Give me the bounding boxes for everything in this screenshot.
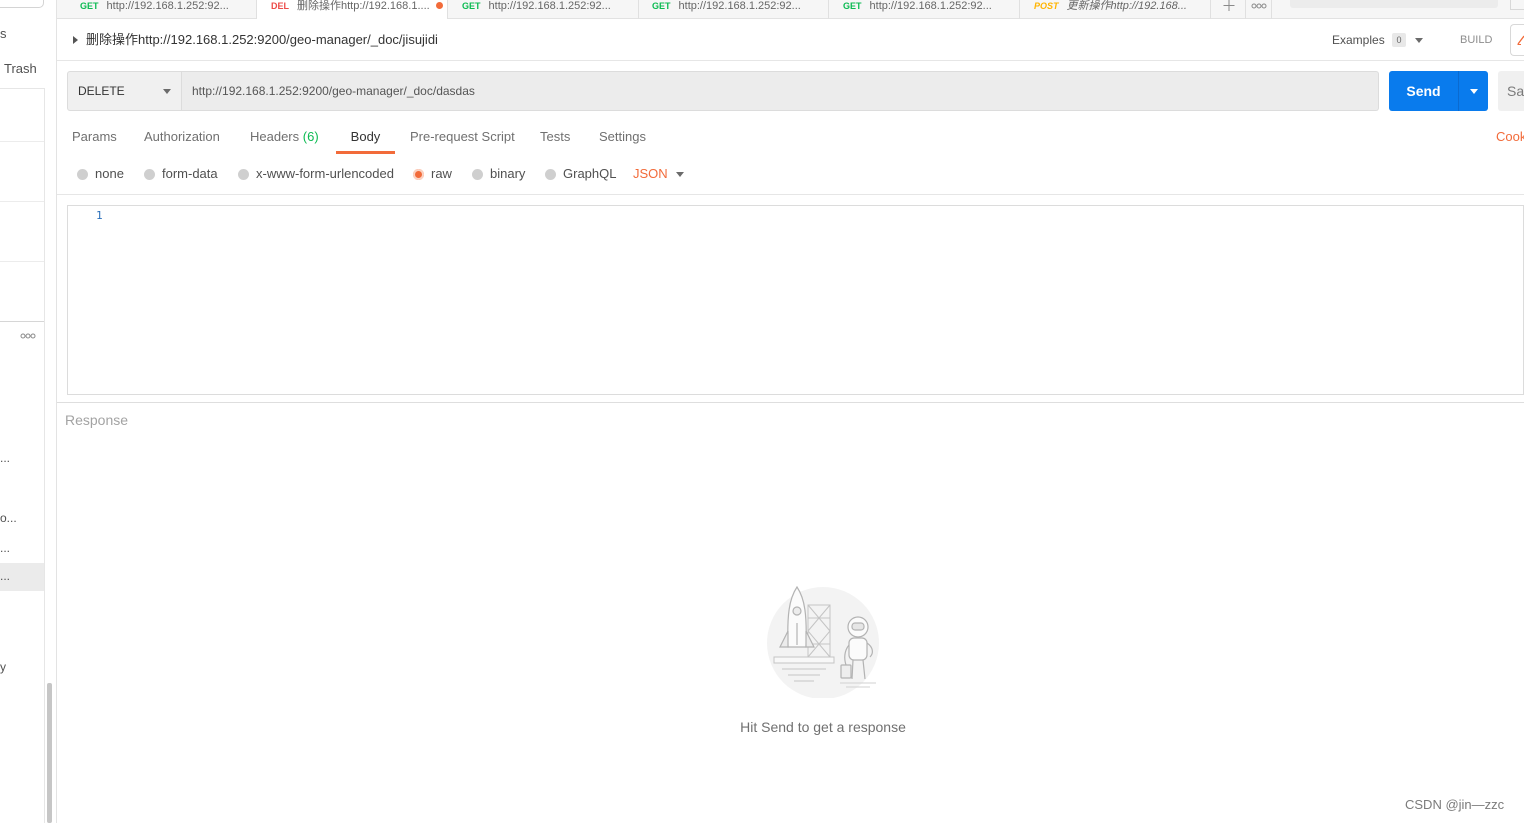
request-tab-active[interactable]: DEL 删除操作http://192.168.1.... — [257, 0, 448, 19]
headers-count: (6) — [302, 129, 319, 144]
sidebar-trash-link[interactable]: Trash — [4, 61, 37, 76]
chevron-down-icon[interactable] — [676, 172, 684, 177]
list-item[interactable]: y — [0, 660, 6, 674]
request-tab[interactable]: GET http://192.168.1.252:92... — [448, 0, 639, 19]
body-type-graphql[interactable]: GraphQL — [545, 166, 616, 182]
url-input[interactable]: http://192.168.1.252:9200/geo-manager/_d… — [182, 71, 1379, 111]
unsaved-changes-dot-icon — [436, 2, 443, 9]
tab-pre-request-script[interactable]: Pre-request Script — [410, 126, 515, 154]
examples-dropdown[interactable]: Examples — [1332, 33, 1385, 47]
environment-selector[interactable] — [1290, 0, 1498, 8]
radio-icon — [545, 168, 556, 180]
tab-headers[interactable]: Headers (6) — [250, 126, 319, 154]
list-item[interactable]: ... — [0, 569, 10, 583]
send-options-button[interactable] — [1460, 71, 1488, 111]
edit-button[interactable] — [1510, 24, 1524, 56]
environment-quick-look-button[interactable] — [1510, 0, 1524, 10]
request-tab[interactable]: GET http://192.168.1.252:92... — [66, 0, 257, 19]
radio-label: form-data — [162, 166, 218, 181]
tab-method: GET — [652, 1, 671, 11]
response-pane-divider[interactable] — [57, 402, 1524, 403]
radio-icon — [144, 168, 155, 180]
build-mode-label[interactable]: BUILD — [1460, 34, 1492, 47]
tab-method: DEL — [271, 1, 289, 11]
pencil-icon — [1517, 35, 1524, 45]
caret-right-icon[interactable] — [73, 36, 78, 44]
body-type-urlencoded[interactable]: x-www-form-urlencoded — [238, 166, 394, 182]
request-tab[interactable]: GET http://192.168.1.252:92... — [829, 0, 1020, 19]
body-format-select[interactable]: JSON — [633, 166, 668, 182]
plus-icon — [1223, 0, 1235, 11]
tab-headers-label: Headers — [250, 129, 300, 144]
response-label: Response — [65, 412, 129, 428]
body-type-raw[interactable]: raw — [413, 166, 452, 182]
radio-icon — [77, 168, 88, 180]
tab-authorization[interactable]: Authorization — [144, 126, 220, 154]
examples-count-badge: 0 — [1392, 33, 1406, 47]
empty-response-message: Hit Send to get a response — [740, 719, 906, 735]
tab-options-button[interactable] — [1246, 0, 1272, 19]
tab-params[interactable]: Params — [72, 126, 117, 154]
divider — [57, 194, 1524, 195]
tab-title: http://192.168.1.252:92... — [678, 0, 801, 12]
radio-label: GraphQL — [563, 166, 617, 181]
radio-label: none — [95, 166, 124, 181]
sidebar-collection-list: ... o... ... ... y — [0, 88, 45, 823]
tab-body[interactable]: Body — [336, 126, 395, 154]
chevron-down-icon — [1470, 89, 1478, 94]
sidebar: s Trash ... o... ... ... y — [0, 0, 57, 823]
request-name[interactable]: 删除操作http://192.168.1.252:9200/geo-manage… — [86, 32, 438, 48]
tab-method: POST — [1034, 1, 1059, 11]
chevron-down-icon — [163, 89, 171, 94]
radio-label: x-www-form-urlencoded — [256, 166, 394, 181]
body-type-form-data[interactable]: form-data — [144, 166, 218, 182]
request-tab-preview[interactable]: POST 更新操作http://192.168... — [1020, 0, 1211, 19]
request-tab-bar: GET http://192.168.1.252:92... DEL 删除操作htt… — [57, 0, 1524, 19]
body-editor[interactable]: 1 — [67, 205, 1524, 395]
method-select[interactable]: DELETE — [67, 71, 182, 111]
tab-title: http://192.168.1.252:92... — [869, 0, 992, 12]
send-button[interactable]: Send — [1389, 71, 1459, 111]
tab-title: 删除操作http://192.168.1.... — [297, 0, 430, 12]
chevron-down-icon[interactable] — [1415, 38, 1423, 43]
line-number: 1 — [96, 209, 103, 222]
send-button-group: Send — [1389, 71, 1488, 111]
tab-title: http://192.168.1.252:92... — [488, 0, 611, 12]
list-item[interactable]: ... — [0, 451, 10, 465]
sidebar-search-box[interactable] — [0, 0, 44, 8]
more-icon — [1251, 3, 1267, 9]
request-name-row: 删除操作http://192.168.1.252:9200/geo-manage… — [57, 26, 1524, 61]
request-tab[interactable]: GET http://192.168.1.252:92... — [638, 0, 829, 19]
list-divider — [0, 321, 44, 322]
list-item[interactable]: ... — [0, 541, 10, 555]
save-button[interactable]: Sa — [1498, 71, 1524, 111]
more-icon[interactable] — [20, 333, 36, 339]
sidebar-scrollbar[interactable] — [47, 683, 52, 823]
cookies-link[interactable]: Cook — [1496, 126, 1524, 154]
tab-method: GET — [843, 1, 862, 11]
tab-settings[interactable]: Settings — [599, 126, 646, 154]
sidebar-section-label[interactable]: s — [0, 26, 7, 41]
tab-tests[interactable]: Tests — [540, 126, 570, 154]
tab-method: GET — [462, 1, 481, 11]
tab-title: http://192.168.1.252:92... — [106, 0, 229, 12]
body-type-none[interactable]: none — [77, 166, 124, 182]
watermark: CSDN @jin—zzc — [1405, 797, 1505, 812]
list-divider — [0, 201, 44, 202]
radio-icon — [472, 168, 483, 180]
method-value: DELETE — [78, 84, 125, 98]
new-tab-button[interactable] — [1211, 0, 1246, 19]
radio-label: raw — [431, 166, 452, 181]
radio-icon — [238, 168, 249, 180]
list-item[interactable]: o... — [0, 511, 17, 525]
list-divider — [0, 141, 44, 142]
tab-title: 更新操作http://192.168... — [1066, 0, 1187, 12]
radio-selected-icon — [413, 168, 424, 180]
radio-label: binary — [490, 166, 526, 181]
body-type-binary[interactable]: binary — [472, 166, 525, 182]
list-divider — [0, 261, 44, 262]
rocket-illustration — [767, 585, 879, 698]
tab-method: GET — [80, 1, 99, 11]
